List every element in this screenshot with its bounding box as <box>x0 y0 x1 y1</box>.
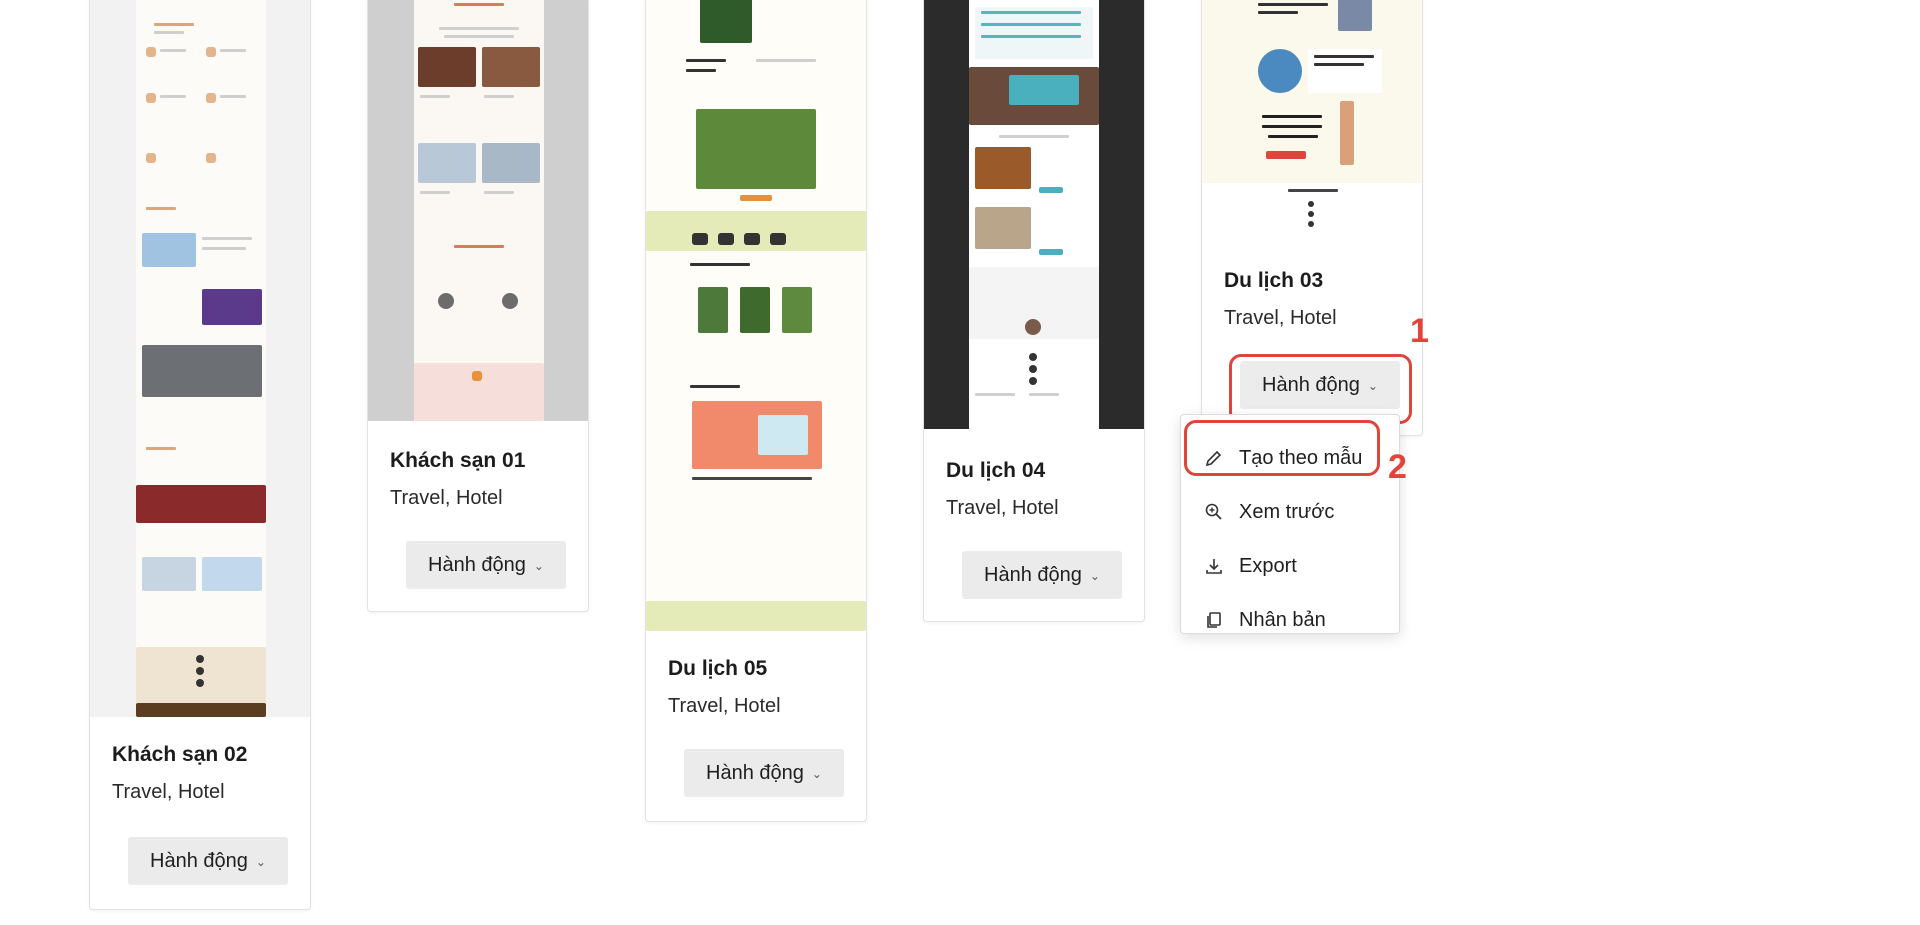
action-button-label: Hành động <box>706 761 804 784</box>
menu-item-export[interactable]: Export <box>1181 541 1401 591</box>
menu-item-preview[interactable]: Xem trước <box>1181 487 1401 537</box>
step-number-1: 1 <box>1410 312 1429 350</box>
template-thumbnail[interactable] <box>1202 0 1422 183</box>
highlight-create-from-template <box>1184 420 1380 476</box>
thumbnail-footer <box>1202 183 1422 239</box>
card-tags: Travel, Hotel <box>946 497 1059 519</box>
template-thumbnail[interactable] <box>368 0 588 421</box>
chevron-down-icon: ⌄ <box>255 855 266 869</box>
template-card-khach-san-01: Khách sạn 01 Travel, Hotel Hành động ⌄ <box>367 0 589 612</box>
card-tags: Travel, Hotel <box>390 487 503 509</box>
card-title: Khách sạn 02 <box>112 743 248 766</box>
card-title: Khách sạn 01 <box>390 449 526 472</box>
chevron-down-icon: ⌄ <box>533 559 544 573</box>
duplicate-icon <box>1203 609 1225 631</box>
action-button[interactable]: Hành động ⌄ <box>406 541 566 589</box>
download-icon <box>1203 555 1225 577</box>
card-title: Du lịch 04 <box>946 459 1046 482</box>
chevron-down-icon: ⌄ <box>1089 569 1100 583</box>
menu-item-duplicate[interactable]: Nhân bản <box>1181 595 1401 645</box>
menu-item-label: Export <box>1239 554 1297 577</box>
card-tags: Travel, Hotel <box>1224 307 1337 329</box>
template-card-du-lich-05: Du lịch 05 Travel, Hotel Hành động ⌄ <box>645 0 867 822</box>
action-button-label: Hành động <box>150 849 248 872</box>
template-card-du-lich-04: Du lịch 04 Travel, Hotel Hành động ⌄ <box>923 0 1145 622</box>
menu-item-label: Nhân bản <box>1239 608 1326 631</box>
chevron-down-icon: ⌄ <box>811 767 822 781</box>
card-title: Du lịch 03 <box>1224 269 1324 292</box>
template-card-khach-san-02: Khách sạn 02 Travel, Hotel Hành động ⌄ <box>89 0 311 910</box>
action-button[interactable]: Hành động ⌄ <box>962 551 1122 599</box>
card-tags: Travel, Hotel <box>112 781 225 803</box>
template-thumbnail[interactable] <box>924 0 1144 429</box>
action-button-label: Hành động <box>984 563 1082 586</box>
zoom-in-icon <box>1203 501 1225 523</box>
action-button[interactable]: Hành động ⌄ <box>128 837 288 885</box>
template-thumbnail[interactable] <box>90 0 310 717</box>
action-button-label: Hành động <box>428 553 526 576</box>
card-tags: Travel, Hotel <box>668 695 781 717</box>
step-number-2: 2 <box>1388 448 1407 486</box>
menu-item-label: Xem trước <box>1239 500 1335 523</box>
action-button[interactable]: Hành động ⌄ <box>684 749 844 797</box>
card-title: Du lịch 05 <box>668 657 768 680</box>
template-thumbnail[interactable] <box>646 0 866 631</box>
